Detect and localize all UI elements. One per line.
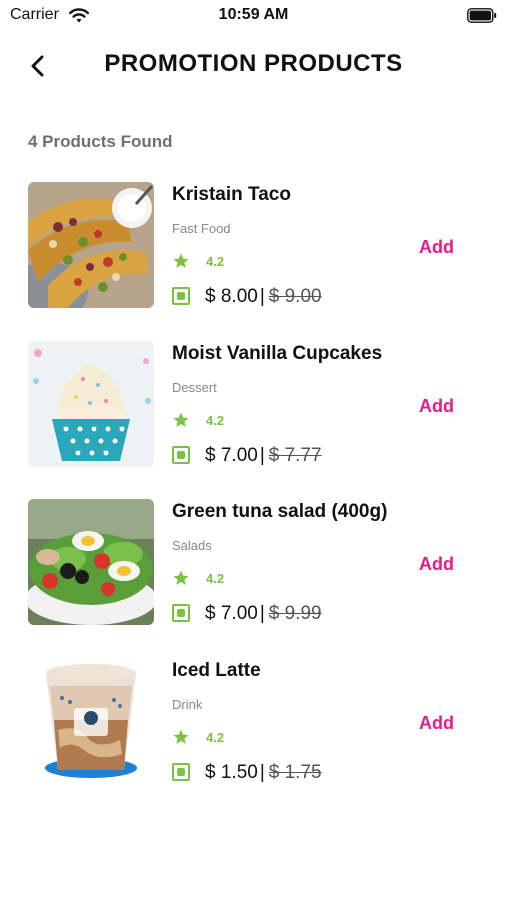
- product-card[interactable]: Iced Latte Drink 4.2 $ 1.50 | $ 1.75 Add: [0, 657, 507, 817]
- product-category: Drink: [172, 696, 203, 712]
- current-price: $ 8.00: [205, 286, 258, 307]
- product-list: Kristain Taco Fast Food 4.2 $ 8.00 | $ 9.0…: [0, 182, 507, 816]
- status-bar: Carrier 10:59 AM: [0, 0, 507, 32]
- veg-indicator-icon: [172, 604, 190, 622]
- product-price: $ 8.00 | $ 9.00: [205, 286, 322, 307]
- product-category: Fast Food: [172, 221, 231, 236]
- product-card[interactable]: Moist Vanilla Cupcakes Dessert 4.2 $ 7.0…: [0, 340, 507, 500]
- original-price: $ 9.00: [268, 286, 322, 307]
- results-count: 4 Products Found: [28, 132, 173, 151]
- product-image-taco: [28, 182, 154, 308]
- current-price: $ 7.00: [205, 444, 258, 466]
- battery-icon: [467, 8, 497, 23]
- product-rating: 4.2: [206, 571, 225, 586]
- add-button[interactable]: Add: [419, 396, 454, 417]
- star-icon: [173, 412, 189, 427]
- product-category: Salads: [172, 538, 212, 553]
- product-name: Moist Vanilla Cupcakes: [172, 342, 383, 364]
- product-card[interactable]: Green tuna salad (400g) Salads 4.2 $ 7.0…: [0, 499, 507, 658]
- product-image-iced-latte: [28, 657, 154, 784]
- veg-indicator-icon: [172, 287, 190, 305]
- product-image-cupcake: [28, 340, 154, 467]
- original-price: $ 7.77: [268, 444, 322, 466]
- product-rating: 4.2: [206, 412, 225, 428]
- veg-indicator-icon: [172, 445, 190, 464]
- star-icon: [173, 253, 189, 268]
- product-price: $ 7.00 | $ 7.77: [205, 444, 322, 466]
- add-button[interactable]: Add: [419, 237, 454, 258]
- product-rating: 4.2: [206, 254, 225, 269]
- add-button[interactable]: Add: [419, 554, 454, 575]
- star-icon: [173, 729, 189, 744]
- product-category: Dessert: [172, 379, 217, 395]
- product-price: $ 7.00 | $ 9.99: [205, 603, 322, 624]
- original-price: $ 9.99: [268, 603, 322, 624]
- page-title: PROMOTION PRODUCTS: [104, 50, 403, 77]
- product-price: $ 1.50 | $ 1.75: [205, 761, 322, 783]
- product-rating: 4.2: [206, 729, 225, 745]
- star-icon: [173, 570, 189, 585]
- product-name: Iced Latte: [172, 659, 261, 681]
- add-button[interactable]: Add: [419, 713, 454, 734]
- product-name: Kristain Taco: [172, 184, 291, 205]
- current-price: $ 7.00: [205, 603, 258, 624]
- product-card[interactable]: Kristain Taco Fast Food 4.2 $ 8.00 | $ 9.0…: [0, 182, 507, 341]
- current-price: $ 1.50: [205, 761, 258, 783]
- product-name: Green tuna salad (400g): [172, 501, 388, 522]
- product-image-salad: [28, 499, 154, 625]
- veg-indicator-icon: [172, 762, 190, 781]
- clock: 10:59 AM: [218, 6, 289, 23]
- original-price: $ 1.75: [268, 761, 322, 783]
